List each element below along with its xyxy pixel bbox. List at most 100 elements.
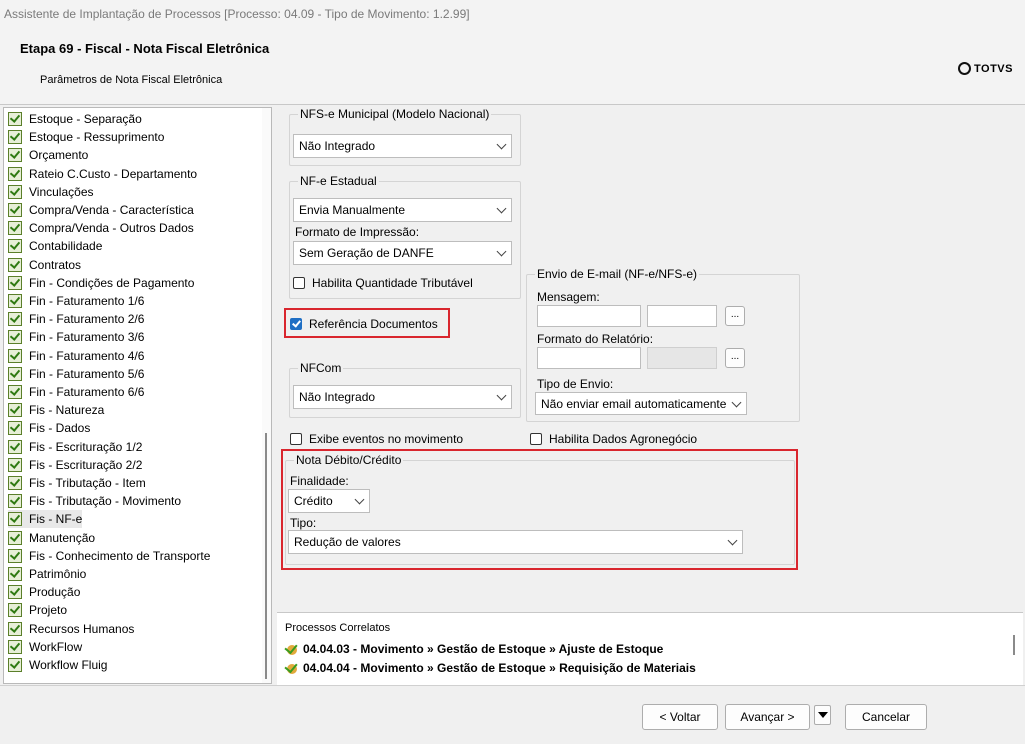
tree-item[interactable]: Recursos Humanos bbox=[8, 620, 134, 638]
formato-impressao-select[interactable]: Sem Geração de DANFE bbox=[293, 241, 512, 265]
nfe-select[interactable]: Envia Manualmente bbox=[293, 198, 512, 222]
checkbox-box[interactable] bbox=[293, 277, 305, 289]
correlato-link-1[interactable]: 04.04.03 - Movimento » Gestão de Estoque… bbox=[285, 642, 663, 656]
step-complete-icon bbox=[8, 639, 22, 654]
wizard-header: Etapa 69 - Fiscal - Nota Fiscal Eletrôni… bbox=[0, 28, 1025, 104]
tree-item-label: Orçamento bbox=[29, 148, 89, 163]
tree-item-label: Fin - Faturamento 3/6 bbox=[29, 330, 145, 345]
tree-item[interactable]: Fis - NF-e bbox=[8, 510, 83, 529]
tree-item[interactable]: Orçamento bbox=[8, 146, 88, 164]
tipo-envio-value: Não enviar email automaticamente bbox=[541, 396, 727, 411]
step-complete-icon bbox=[8, 348, 22, 363]
avancar-button[interactable]: Avançar > bbox=[725, 704, 810, 730]
highlight-referencia bbox=[284, 308, 450, 338]
tipo-envio-select[interactable]: Não enviar email automaticamente bbox=[535, 392, 747, 415]
tree-scrollbar-thumb[interactable] bbox=[265, 433, 267, 679]
checkbox-box[interactable] bbox=[530, 433, 542, 445]
tree-item[interactable]: Fis - Natureza bbox=[8, 401, 104, 419]
tree-item[interactable]: Fin - Faturamento 6/6 bbox=[8, 383, 144, 401]
step-complete-icon bbox=[8, 603, 22, 618]
wizard-footer: < Voltar Avançar > Cancelar bbox=[0, 685, 1025, 744]
mensagem-input-2[interactable] bbox=[647, 305, 717, 327]
tree-item-label: WorkFlow bbox=[29, 639, 83, 654]
step-complete-icon bbox=[8, 658, 22, 672]
window-title: Assistente de Implantação de Processos [… bbox=[4, 7, 470, 21]
formato-relatorio-browse-button[interactable]: ... bbox=[725, 348, 745, 368]
tree-item[interactable]: Contabilidade bbox=[8, 237, 102, 255]
correlatos-scrollbar[interactable] bbox=[1013, 635, 1015, 655]
correlato-text-1: 04.04.03 - Movimento » Gestão de Estoque… bbox=[303, 642, 664, 656]
nfse-select[interactable]: Não Integrado bbox=[293, 134, 512, 158]
formato-relatorio-label: Formato do Relatório: bbox=[537, 332, 654, 346]
tree-item-label: Rateio C.Custo - Departamento bbox=[29, 166, 198, 181]
tree-item[interactable]: Fis - Escrituração 1/2 bbox=[8, 438, 142, 456]
tree-item-label: Fis - Escrituração 1/2 bbox=[29, 439, 143, 454]
cancelar-button[interactable]: Cancelar bbox=[845, 704, 927, 730]
mensagem-input-1[interactable] bbox=[537, 305, 641, 327]
tree-item[interactable]: Fis - Tributação - Movimento bbox=[8, 492, 181, 510]
tree-item[interactable]: WorkFlow bbox=[8, 638, 82, 656]
tree-item[interactable]: Rateio C.Custo - Departamento bbox=[8, 165, 197, 183]
step-complete-icon bbox=[8, 530, 22, 545]
tree-item[interactable]: Patrimônio bbox=[8, 565, 86, 583]
tree-item[interactable]: Fin - Faturamento 2/6 bbox=[8, 310, 144, 328]
tree-item[interactable]: Estoque - Ressuprimento bbox=[8, 128, 164, 146]
chevron-down-icon bbox=[496, 139, 507, 150]
voltar-button[interactable]: < Voltar bbox=[642, 704, 718, 730]
step-complete-icon bbox=[8, 221, 22, 236]
totvs-logo: TOTVS bbox=[958, 62, 1013, 75]
nfcom-legend: NFCom bbox=[300, 361, 342, 375]
chevron-down-icon bbox=[731, 397, 742, 408]
tree-item[interactable]: Fin - Faturamento 5/6 bbox=[8, 365, 144, 383]
step-complete-icon bbox=[8, 112, 22, 126]
process-check-icon bbox=[285, 642, 299, 656]
tree-item[interactable]: Vinculações bbox=[8, 183, 94, 201]
step-complete-icon bbox=[8, 275, 22, 290]
tree-item[interactable]: Estoque - Separação bbox=[8, 110, 142, 128]
step-complete-icon bbox=[8, 257, 22, 272]
formato-relatorio-input[interactable] bbox=[537, 347, 641, 369]
tree-item[interactable]: Fis - Conhecimento de Transporte bbox=[8, 547, 210, 565]
formato-impressao-label: Formato de Impressão: bbox=[295, 225, 420, 239]
header-divider bbox=[0, 104, 1025, 105]
steps-tree[interactable]: Estoque - Separação Estoque - Ressuprimen… bbox=[3, 107, 272, 684]
tree-item[interactable]: Fin - Faturamento 3/6 bbox=[8, 328, 144, 346]
tree-item-label: Fin - Faturamento 2/6 bbox=[29, 312, 145, 327]
step-complete-icon bbox=[8, 385, 22, 399]
step-complete-icon bbox=[8, 294, 22, 308]
exibe-eventos-checkbox[interactable]: Exibe eventos no movimento bbox=[290, 432, 463, 446]
tree-item[interactable]: Produção bbox=[8, 583, 80, 601]
step-complete-icon bbox=[8, 403, 22, 418]
tree-item-label: Compra/Venda - Característica bbox=[29, 203, 194, 217]
formato-relatorio-disabled bbox=[647, 347, 717, 369]
correlato-link-2[interactable]: 04.04.04 - Movimento » Gestão de Estoque… bbox=[285, 661, 696, 675]
tree-item[interactable]: Manutenção bbox=[8, 529, 95, 547]
tree-item[interactable]: Fis - Dados bbox=[8, 419, 90, 437]
nfse-legend: NFS-e Municipal (Modelo Nacional) bbox=[300, 107, 490, 121]
avancar-dropdown-button[interactable] bbox=[814, 705, 831, 725]
tree-item[interactable]: Fis - Escrituração 2/2 bbox=[8, 456, 142, 474]
nfcom-select[interactable]: Não Integrado bbox=[293, 385, 512, 409]
highlight-nota-debito bbox=[281, 449, 798, 570]
tree-item[interactable]: Compra/Venda - Outros Dados bbox=[8, 219, 194, 237]
step-complete-icon bbox=[8, 330, 22, 345]
mensagem-browse-button[interactable]: ... bbox=[725, 306, 745, 326]
checkbox-box[interactable] bbox=[290, 433, 302, 445]
tree-item[interactable]: Fin - Condições de Pagamento bbox=[8, 274, 194, 292]
tree-item-label: Fin - Condições de Pagamento bbox=[29, 275, 195, 290]
tree-item[interactable]: Projeto bbox=[8, 601, 67, 619]
tree-item[interactable]: Workflow Fluig bbox=[8, 656, 107, 674]
tree-item[interactable]: Compra/Venda - Característica bbox=[8, 201, 194, 219]
agronegocio-checkbox[interactable]: Habilita Dados Agronegócio bbox=[530, 432, 697, 446]
step-complete-icon bbox=[8, 439, 22, 454]
chevron-down-icon bbox=[496, 246, 507, 257]
tree-item[interactable]: Fin - Faturamento 4/6 bbox=[8, 347, 144, 365]
tree-item[interactable]: Fis - Tributação - Item bbox=[8, 474, 146, 492]
step-complete-icon bbox=[8, 166, 22, 181]
tree-scrollbar[interactable] bbox=[262, 108, 271, 683]
habilita-quantidade-checkbox[interactable]: Habilita Quantidade Tributável bbox=[293, 276, 473, 290]
tree-item[interactable]: Contratos bbox=[8, 256, 81, 274]
nfe-select-value: Envia Manualmente bbox=[299, 203, 406, 217]
mensagem-label: Mensagem: bbox=[537, 290, 600, 304]
tree-item[interactable]: Fin - Faturamento 1/6 bbox=[8, 292, 144, 310]
